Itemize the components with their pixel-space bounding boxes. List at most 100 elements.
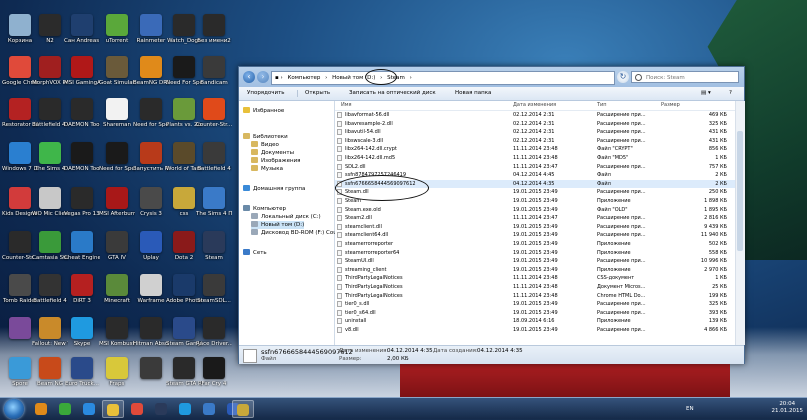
- desktop-icon[interactable]: Warframe: [133, 274, 169, 318]
- column-name[interactable]: Имя: [341, 102, 352, 108]
- table-row[interactable]: libswscale-3.dll 02.12.2014 2:31 Расширени…: [335, 137, 735, 145]
- table-row[interactable]: libx264-142.dll.crypt 11.11.2014 23:48 Фай…: [335, 145, 735, 153]
- table-row[interactable]: steamclient.dll 19.01.2015 23:49 Расширени…: [335, 223, 735, 231]
- desktop-icon[interactable]: Fallout: New Vegas: [32, 317, 68, 361]
- table-row[interactable]: steamclient64.dll 19.01.2015 23:49 Расшире…: [335, 231, 735, 239]
- table-row[interactable]: libx264-142.dll.md5 11.11.2014 23:48 Файл …: [335, 154, 735, 162]
- steam-icon[interactable]: [150, 400, 172, 418]
- table-row[interactable]: Steam.exe.old 19.01.2015 23:49 Файл "OLD" 1…: [335, 206, 735, 214]
- organize-button[interactable]: Упорядочить: [247, 87, 285, 100]
- desktop-icon[interactable]: Need for Speed Ri...: [99, 142, 135, 186]
- breadcrumb-computer[interactable]: Компьютер: [287, 75, 320, 81]
- table-row[interactable]: tier0_s64.dll 19.01.2015 23:49 Расширение …: [335, 309, 735, 317]
- desktop-icon[interactable]: Battlefield 4: [196, 142, 232, 186]
- table-row[interactable]: Steam2.dll 11.11.2014 23:47 Расширение при…: [335, 214, 735, 222]
- desktop-icon[interactable]: DAEMON Tools Ultra: [64, 142, 100, 186]
- desktop-icon[interactable]: GTA IV: [99, 231, 135, 275]
- sidebar-item[interactable]: Избранное: [243, 107, 284, 115]
- desktop-icon[interactable]: Need for Speed World: [133, 98, 169, 142]
- table-row[interactable]: libavutil-54.dll 02.12.2014 2:31 Расширени…: [335, 128, 735, 136]
- desktop-icon[interactable]: Запустить Rust: [133, 142, 169, 186]
- desktop-icon[interactable]: Euro Truck...: [64, 357, 100, 401]
- open-button[interactable]: Открыть: [305, 87, 330, 100]
- search-input[interactable]: Поиск: Steam: [631, 71, 739, 83]
- desktop-icon[interactable]: DAEMON Tools Lite: [64, 98, 100, 142]
- table-row[interactable]: libavformat-56.dll 02.12.2014 2:31 Расшире…: [335, 111, 735, 119]
- table-row[interactable]: steamerrorreporter64 19.01.2015 23:49 Прил…: [335, 249, 735, 257]
- language-indicator[interactable]: EN: [686, 406, 694, 412]
- desktop-icon[interactable]: uTorrent: [99, 14, 135, 58]
- table-row[interactable]: ThirdPartyLegalNotices 11.11.2014 23:48 CS…: [335, 274, 735, 282]
- desktop-icon[interactable]: Battlefield 4: [32, 274, 68, 318]
- burn-button[interactable]: Записать на оптический диск: [349, 87, 436, 100]
- table-row[interactable]: ThirdPartyLegalNotices 11.11.2014 23:48 Ch…: [335, 292, 735, 300]
- desktop-icon[interactable]: Far Cry 4: [196, 357, 232, 401]
- sidebar-item[interactable]: Документы: [251, 149, 294, 157]
- sidebar-item[interactable]: Дисковод BD-ROM (F:) Counter: [251, 229, 348, 237]
- sidebar-item[interactable]: Локальный диск (C:): [251, 213, 321, 221]
- desktop-icon[interactable]: MSI Kombustor 3: [99, 317, 135, 361]
- ie-icon[interactable]: [78, 400, 100, 418]
- desktop-icon[interactable]: MorphVOX Pro: [32, 56, 68, 100]
- table-row[interactable]: libavresample-2.dll 02.12.2014 2:31 Расшир…: [335, 120, 735, 128]
- back-arrow-icon[interactable]: ‹: [243, 71, 255, 83]
- desktop-icon[interactable]: Skype: [64, 317, 100, 361]
- table-row[interactable]: SDL2.dll 11.11.2014 23:47 Расширение при..…: [335, 163, 735, 171]
- desktop-icon[interactable]: BeamNG DRIVE: [133, 56, 169, 100]
- desktop-icon[interactable]: The Sims 4: [32, 142, 68, 186]
- desktop-icon[interactable]: Minecraft: [99, 274, 135, 318]
- desktop-icon[interactable]: MSI GamingApp: [64, 56, 100, 100]
- sidebar-item[interactable]: Видео: [251, 141, 279, 149]
- desktop-icon[interactable]: Crysis 3: [133, 187, 169, 231]
- vertical-scrollbar[interactable]: [735, 101, 745, 345]
- sidebar-item[interactable]: Новый том (D:): [251, 221, 305, 229]
- desktop-icon[interactable]: The Sims 4 Пакет...: [196, 187, 232, 231]
- desktop-icon[interactable]: N2: [32, 14, 68, 58]
- desktop-icon[interactable]: Battlefield 4 64 bit: [32, 98, 68, 142]
- column-type[interactable]: Тип: [597, 102, 607, 108]
- new-folder-button[interactable]: Новая папка: [455, 87, 491, 100]
- breadcrumb[interactable]: ▪ › Компьютер › Новый том (D:) › Steam ›: [271, 71, 615, 85]
- skype-icon[interactable]: [174, 400, 196, 418]
- table-row[interactable]: v8.dll 19.01.2015 23:49 Расширение при... 4…: [335, 326, 735, 334]
- desktop-icon[interactable]: Bandicam: [196, 56, 232, 100]
- view-options-icon[interactable]: ▤ ▾: [701, 87, 711, 100]
- sidebar-item[interactable]: Библиотеки: [243, 133, 288, 141]
- gta-icon[interactable]: [232, 400, 254, 418]
- desktop-icon[interactable]: Counter-Str... Global Offen...: [196, 98, 232, 142]
- desktop-icon[interactable]: Steam: [196, 231, 232, 275]
- table-row[interactable]: streaming_client 19.01.2015 23:49 Приложен…: [335, 266, 735, 274]
- table-row[interactable]: SteamUI.dll 19.01.2015 23:49 Расширение пр…: [335, 257, 735, 265]
- desktop-icon[interactable]: MSI Afterburner: [99, 187, 135, 231]
- desktop-icon[interactable]: SteamSDL...: [196, 274, 232, 318]
- clock[interactable]: 20:04 21.01.2015: [772, 401, 804, 415]
- desktop-icon[interactable]: Beam NG: [32, 357, 68, 401]
- desktop-icon[interactable]: Fraps: [99, 357, 135, 401]
- table-row[interactable]: ThirdPartyLegalNotices 11.11.2014 23:48 До…: [335, 283, 735, 291]
- sidebar-item[interactable]: Музыка: [251, 165, 283, 173]
- windows-media-icon[interactable]: [30, 400, 52, 418]
- desktop-icon[interactable]: Hitman Absolution: [133, 317, 169, 361]
- table-row[interactable]: tier0_s.dll 19.01.2015 23:49 Расширение пр…: [335, 300, 735, 308]
- desktop-icon[interactable]: WO Mic Client: [32, 187, 68, 231]
- desktop-icon[interactable]: Shareman: [99, 98, 135, 142]
- scrollbar-thumb[interactable]: [737, 131, 743, 251]
- column-date[interactable]: Дата изменения: [513, 102, 556, 108]
- start-button[interactable]: [4, 399, 24, 419]
- desktop-icon[interactable]: Сан Andreas Multiplayer: [64, 14, 100, 58]
- desktop-icon[interactable]: Без имени2: [196, 14, 232, 58]
- table-row[interactable]: steamerrorreporter 19.01.2015 23:49 Прилож…: [335, 240, 735, 248]
- help-icon[interactable]: ?: [729, 87, 732, 100]
- sidebar-item[interactable]: Сеть: [243, 249, 267, 257]
- desktop-icon[interactable]: Rainmeter: [133, 14, 169, 58]
- desktop-icon[interactable]: Uplay: [133, 231, 169, 275]
- desktop-icon[interactable]: Vegas Pro 13.0 (64-bit): [64, 187, 100, 231]
- sidebar-item[interactable]: Компьютер: [243, 205, 286, 213]
- desktop-icon[interactable]: Race Driver...: [196, 317, 232, 361]
- forward-arrow-icon[interactable]: ›: [257, 71, 269, 83]
- table-row[interactable]: uninstall 18.09.2014 6:16 Приложение 139 КБ: [335, 317, 735, 325]
- desktop-icon[interactable]: DiRT 3: [64, 274, 100, 318]
- chrome-icon[interactable]: [126, 400, 148, 418]
- refresh-icon[interactable]: ↻: [617, 71, 629, 83]
- desktop-icon[interactable]: [133, 357, 169, 401]
